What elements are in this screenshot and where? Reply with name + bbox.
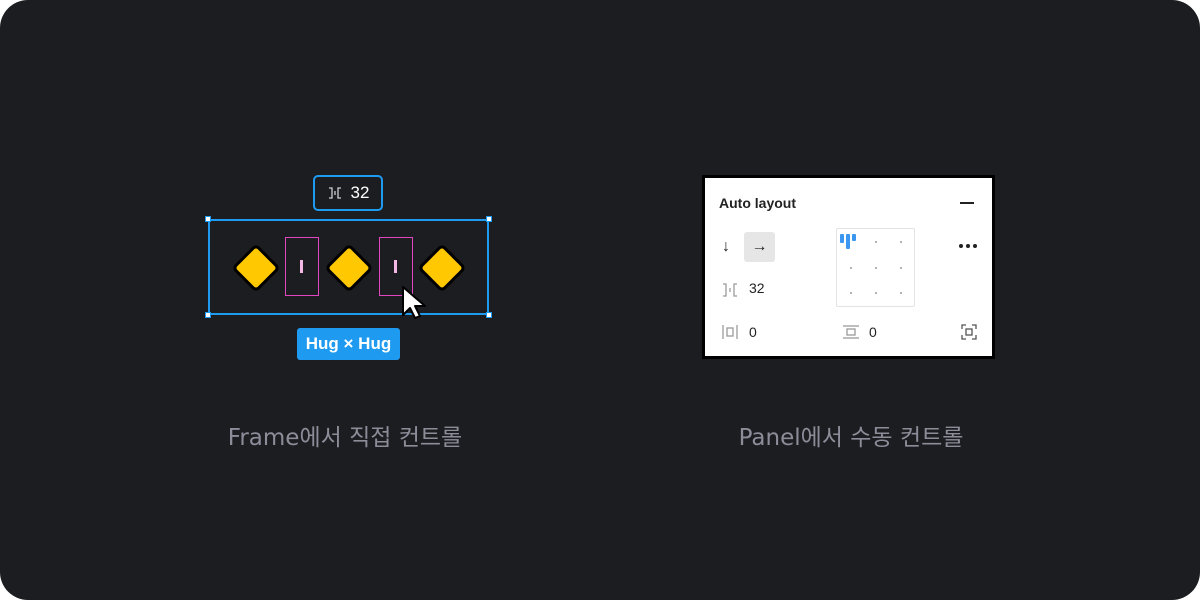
align-bar — [852, 234, 856, 241]
resize-handle-top-right[interactable] — [486, 216, 492, 222]
align-dot[interactable] — [900, 267, 902, 269]
horizontal-arrow-icon: → — [751, 238, 768, 255]
item-spacing-tooltip[interactable]: 32 — [313, 175, 383, 211]
gap-handle[interactable] — [300, 260, 303, 273]
item-spacing-icon — [723, 283, 737, 297]
align-bar — [846, 234, 850, 249]
item-spacing-value[interactable]: 32 — [351, 183, 370, 203]
item-spacing-icon — [328, 187, 341, 199]
diamond-item-1[interactable] — [228, 240, 284, 296]
spacing-gap-1[interactable] — [285, 237, 319, 296]
individual-padding-icon[interactable] — [960, 323, 978, 341]
left-caption: Frame에서 직접 컨트롤 — [227, 425, 463, 451]
horizontal-direction-button[interactable]: → — [744, 232, 775, 262]
gap-handle[interactable] — [394, 260, 397, 273]
cursor-icon — [402, 286, 426, 319]
align-dot[interactable] — [875, 241, 877, 243]
align-dot[interactable] — [900, 292, 902, 294]
auto-layout-panel: Auto layout ↓ → 32 0 0 — [702, 175, 995, 359]
item-spacing-input[interactable]: 32 — [749, 280, 765, 296]
align-bar — [840, 234, 844, 243]
resize-handle-bottom-right[interactable] — [486, 312, 492, 318]
vertical-arrow-icon[interactable]: ↓ — [722, 238, 730, 256]
remove-auto-layout-button[interactable] — [960, 202, 974, 204]
more-options-button[interactable] — [959, 244, 977, 248]
size-badge: Hug × Hug — [297, 328, 400, 360]
align-dot[interactable] — [850, 267, 852, 269]
align-dot[interactable] — [875, 292, 877, 294]
align-dot[interactable] — [875, 267, 877, 269]
vertical-padding-icon — [843, 325, 859, 339]
horizontal-padding-input[interactable]: 0 — [749, 324, 757, 340]
alignment-grid[interactable] — [836, 228, 915, 307]
right-caption: Panel에서 수동 컨트롤 — [738, 425, 964, 451]
align-dot[interactable] — [900, 241, 902, 243]
align-dot[interactable] — [850, 292, 852, 294]
canvas-background: 32 Hug × Hug Frame에서 직접 컨트롤 Auto layout … — [0, 0, 1200, 600]
diamond-item-2[interactable] — [321, 240, 377, 296]
panel-title: Auto layout — [719, 195, 796, 211]
resize-handle-top-left[interactable] — [205, 216, 211, 222]
vertical-padding-input[interactable]: 0 — [869, 324, 877, 340]
horizontal-padding-icon — [722, 325, 738, 339]
resize-handle-bottom-left[interactable] — [205, 312, 211, 318]
